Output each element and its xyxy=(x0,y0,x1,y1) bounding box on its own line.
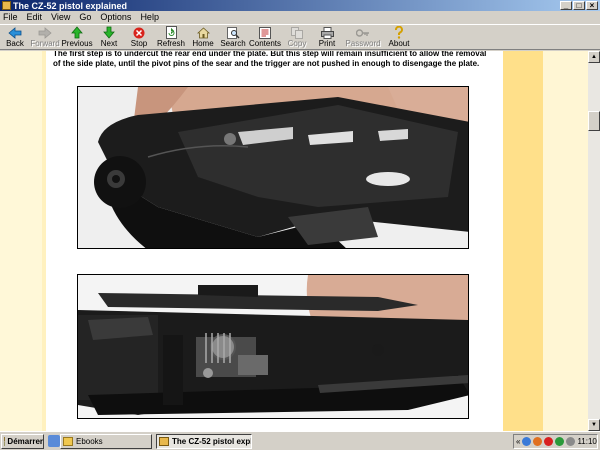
previous-button[interactable]: Previous xyxy=(60,25,94,50)
intro-paragraph: The first step is to undercut the rear e… xyxy=(53,51,487,68)
contents-icon xyxy=(258,26,272,39)
task-ebooks-label: Ebooks xyxy=(76,437,103,446)
about-label: About xyxy=(388,39,410,48)
menu-options[interactable]: Options xyxy=(100,12,131,22)
volume-icon[interactable] xyxy=(566,437,576,446)
pistol-frame-photo xyxy=(77,86,469,249)
password-label: Password xyxy=(345,39,381,48)
password-button[interactable]: Password xyxy=(342,25,384,50)
scroll-thumb[interactable] xyxy=(588,111,600,131)
windows-logo-icon xyxy=(4,437,6,446)
menu-view[interactable]: View xyxy=(51,12,70,22)
system-tray: « 11:10 xyxy=(513,434,598,449)
menu-file[interactable]: File xyxy=(3,12,18,22)
taskbar-item-ebooks[interactable]: Ebooks xyxy=(60,434,152,449)
pistol-mechanism-photo xyxy=(77,274,469,419)
print-icon xyxy=(320,26,334,39)
vertical-scrollbar[interactable]: ▲ ▼ xyxy=(588,51,600,431)
arrow-down-icon xyxy=(102,26,116,39)
stop-icon xyxy=(132,26,146,39)
book-icon xyxy=(159,437,169,446)
scroll-up-icon[interactable]: ▲ xyxy=(588,51,600,63)
stop-button[interactable]: Stop xyxy=(124,25,154,50)
home-label: Home xyxy=(192,39,214,48)
search-icon xyxy=(226,26,240,39)
start-button[interactable]: Démarrer xyxy=(1,434,44,449)
stop-label: Stop xyxy=(130,39,148,48)
key-icon xyxy=(356,26,370,39)
next-label: Next xyxy=(100,39,118,48)
desktop-quicklaunch-icon[interactable] xyxy=(48,435,60,447)
forward-label: Forward xyxy=(30,39,60,48)
contents-label: Contents xyxy=(248,39,282,48)
scroll-down-icon[interactable]: ▼ xyxy=(588,419,600,431)
start-label: Démarrer xyxy=(7,437,43,446)
menu-bar: File Edit View Go Options Help xyxy=(0,11,600,23)
previous-label: Previous xyxy=(61,39,93,48)
taskbar: Démarrer Ebooks The CZ-52 pistol explai.… xyxy=(0,431,600,450)
arrow-up-icon xyxy=(70,26,84,39)
search-label: Search xyxy=(220,39,246,48)
minimize-button[interactable]: _ xyxy=(560,1,572,10)
menu-go[interactable]: Go xyxy=(79,12,91,22)
close-button[interactable]: × xyxy=(586,1,598,10)
antivirus-icon[interactable] xyxy=(533,437,543,446)
next-button[interactable]: Next xyxy=(94,25,124,50)
taskbar-item-cz52[interactable]: The CZ-52 pistol explai... xyxy=(156,434,252,449)
refresh-label: Refresh xyxy=(156,39,185,48)
menu-edit[interactable]: Edit xyxy=(27,12,43,22)
about-button[interactable]: About xyxy=(384,25,414,50)
forward-button[interactable]: Forward xyxy=(30,25,60,50)
copy-icon xyxy=(290,26,304,39)
refresh-button[interactable]: Refresh xyxy=(154,25,188,50)
security-icon[interactable] xyxy=(544,437,554,446)
update-icon[interactable] xyxy=(555,437,565,446)
arrow-left-icon xyxy=(8,26,22,39)
print-label: Print xyxy=(318,39,336,48)
content-area: The first step is to undercut the rear e… xyxy=(0,51,600,431)
toolbar: Back Forward Previous Next Stop Refresh xyxy=(0,24,600,50)
print-button[interactable]: Print xyxy=(312,25,342,50)
copy-button[interactable]: Copy xyxy=(282,25,312,50)
maximize-button[interactable]: □ xyxy=(573,1,585,10)
contents-button[interactable]: Contents xyxy=(248,25,282,50)
menu-help[interactable]: Help xyxy=(140,12,159,22)
tray-expand-icon[interactable]: « xyxy=(516,437,520,446)
arrow-right-icon xyxy=(38,26,52,39)
title-bar: The CZ-52 pistol explained _ □ × xyxy=(0,0,600,11)
refresh-icon xyxy=(164,26,178,39)
left-margin xyxy=(0,51,46,431)
search-button[interactable]: Search xyxy=(218,25,248,50)
window-controls: _ □ × xyxy=(560,1,598,10)
right-margin xyxy=(503,51,543,431)
home-button[interactable]: Home xyxy=(188,25,218,50)
clock[interactable]: 11:10 xyxy=(577,437,596,446)
app-icon xyxy=(2,1,11,10)
task-cz52-label: The CZ-52 pistol explai... xyxy=(172,437,252,446)
far-right-margin xyxy=(543,51,588,431)
copy-label: Copy xyxy=(287,39,307,48)
window-title: The CZ-52 pistol explained xyxy=(13,0,128,11)
folder-icon xyxy=(63,437,73,446)
home-icon xyxy=(196,26,210,39)
network-icon[interactable] xyxy=(522,437,532,446)
question-icon xyxy=(392,26,406,39)
back-button[interactable]: Back xyxy=(0,25,30,50)
back-label: Back xyxy=(6,39,24,48)
